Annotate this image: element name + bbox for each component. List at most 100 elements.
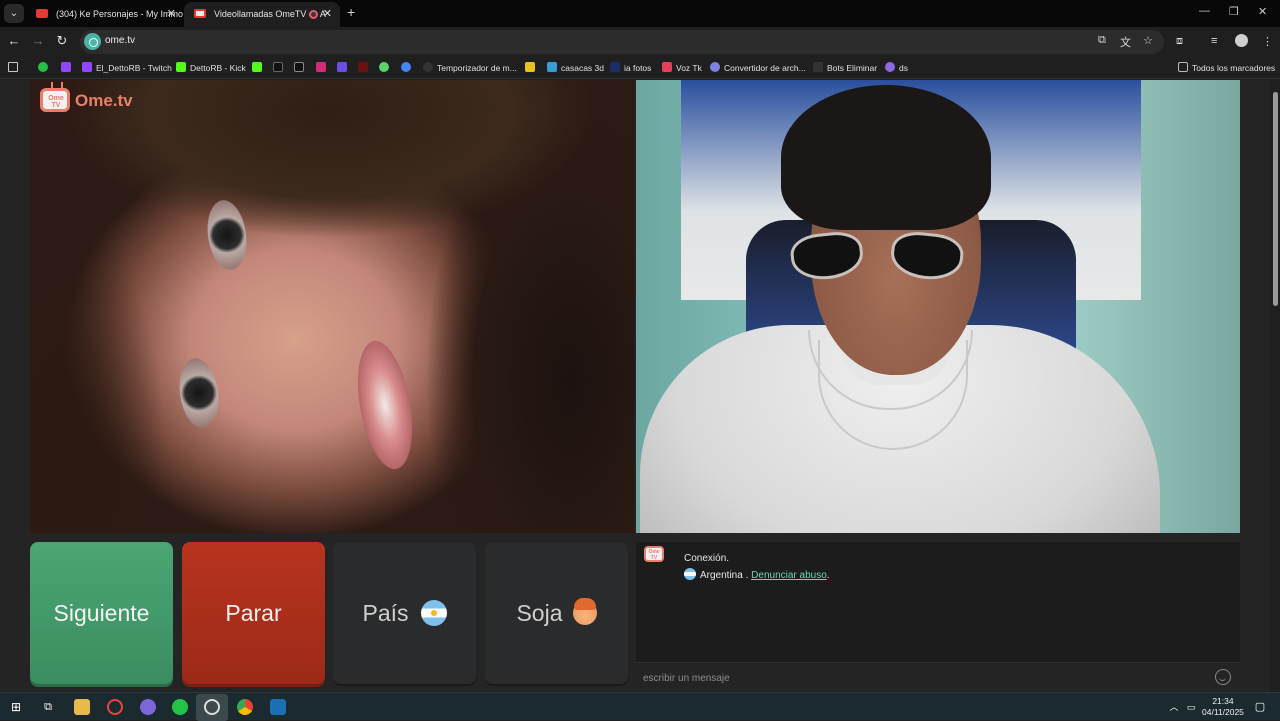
stop-button[interactable]: Parar bbox=[182, 542, 325, 684]
windows-start-icon[interactable]: ⊞ bbox=[8, 699, 24, 715]
twitch-icon[interactable] bbox=[61, 62, 71, 72]
argentina-flag-icon bbox=[420, 600, 447, 626]
extension-icon[interactable] bbox=[379, 62, 389, 72]
clock-date: 04/11/2025 bbox=[1202, 707, 1244, 717]
converter-icon bbox=[710, 62, 720, 72]
whatsapp-icon[interactable] bbox=[38, 62, 48, 72]
emoji-icon[interactable] bbox=[1215, 669, 1231, 685]
tab-strip: ⌄ (304) Ke Personajes - My Immo ✕ Videol… bbox=[0, 0, 1280, 27]
kick-icon bbox=[176, 62, 186, 72]
app-red-icon[interactable] bbox=[107, 699, 123, 715]
whatsapp-icon[interactable] bbox=[172, 699, 188, 715]
bookmark-ds[interactable]: ds bbox=[885, 61, 908, 75]
instagram-icon[interactable] bbox=[316, 62, 326, 72]
google-photos-icon[interactable] bbox=[401, 62, 411, 72]
url-text: ome.tv bbox=[105, 35, 136, 46]
stop-button-label: Parar bbox=[225, 599, 282, 626]
address-bar[interactable]: ome.tv ⧉ 文 ☆ bbox=[80, 30, 1164, 54]
system-clock[interactable]: 21:34 04/11/2025 bbox=[1202, 696, 1244, 718]
video-image bbox=[781, 85, 991, 230]
video-image bbox=[30, 80, 635, 533]
page-scrollbar[interactable] bbox=[1270, 80, 1280, 692]
notifications-icon[interactable]: ▢ bbox=[1252, 699, 1268, 715]
forward-arrow-icon[interactable]: → bbox=[29, 32, 47, 50]
minimize-icon[interactable]: — bbox=[1199, 5, 1210, 17]
bookmarks-bar: El_DettoRB - Twitch DettoRB - Kick Tempo… bbox=[0, 56, 1280, 79]
local-video bbox=[636, 80, 1240, 533]
clock-time: 21:34 bbox=[1212, 696, 1234, 706]
bookmark-temporizador[interactable]: Temporizador de m... bbox=[423, 61, 517, 75]
tab-title: (304) Ke Personajes - My Immo bbox=[56, 9, 184, 19]
install-app-icon[interactable]: ⧉ bbox=[1098, 34, 1106, 47]
tab-ometv[interactable]: Videollamadas OmeTV — A ✕ bbox=[184, 2, 340, 27]
report-abuse-link[interactable]: Denunciar abuso bbox=[751, 570, 827, 581]
discord-like-icon[interactable] bbox=[140, 699, 156, 715]
gender-button[interactable]: Soja bbox=[485, 542, 628, 684]
tab-search-chevron-icon[interactable]: ⌄ bbox=[4, 4, 24, 23]
window-close-icon[interactable]: ✕ bbox=[1258, 5, 1267, 18]
close-icon[interactable]: ✕ bbox=[323, 2, 332, 27]
country-button[interactable]: País bbox=[333, 542, 476, 684]
restore-icon[interactable]: ❐ bbox=[1229, 5, 1239, 18]
recording-icon bbox=[309, 10, 318, 19]
scrollbar-thumb[interactable] bbox=[1273, 92, 1278, 306]
bookmark-twitch[interactable]: El_DettoRB - Twitch bbox=[82, 61, 172, 75]
timer-icon bbox=[423, 62, 433, 72]
obs-icon[interactable] bbox=[204, 699, 220, 715]
youtube-icon bbox=[36, 9, 48, 18]
chrome-icon[interactable] bbox=[237, 699, 253, 715]
close-icon[interactable]: ✕ bbox=[167, 2, 176, 27]
bookmark-star-icon[interactable]: ☆ bbox=[1143, 34, 1153, 47]
bookmark-ia-fotos[interactable]: ia fotos bbox=[610, 61, 651, 75]
bookmark-kick[interactable]: DettoRB - Kick bbox=[176, 61, 246, 75]
youtube-studio-icon[interactable] bbox=[358, 62, 368, 72]
bookmark-convertidor[interactable]: Convertidor de arch... bbox=[710, 61, 806, 75]
bookmark-voz-tk[interactable]: Voz Tk bbox=[662, 61, 702, 75]
extensions-icon[interactable]: ⧈ bbox=[1176, 35, 1183, 48]
bookmark-casacas[interactable]: casacas 3d bbox=[547, 61, 604, 75]
media-controls-icon[interactable]: ≡ bbox=[1211, 35, 1217, 47]
new-tab-plus-icon[interactable]: + bbox=[347, 4, 355, 20]
tiktok-icon[interactable] bbox=[273, 62, 283, 72]
message-input-placeholder: escribir un mensaje bbox=[643, 673, 730, 684]
file-explorer-icon[interactable] bbox=[74, 699, 90, 715]
x-icon[interactable] bbox=[294, 62, 304, 72]
canva-icon[interactable] bbox=[337, 62, 347, 72]
ometv-icon bbox=[194, 9, 206, 18]
tv-logo-icon: Ome TV bbox=[40, 88, 70, 112]
site-info-icon[interactable] bbox=[84, 33, 101, 50]
person-face-icon bbox=[572, 598, 597, 625]
ometv-chat-icon: Ome TV bbox=[644, 546, 664, 562]
ometv-page: Ome TV Ome.tv Siguiente Parar País Soja … bbox=[0, 80, 1280, 692]
folder-icon bbox=[1178, 62, 1188, 72]
next-button[interactable]: Siguiente bbox=[30, 542, 173, 684]
ds-icon bbox=[885, 62, 895, 72]
all-bookmarks[interactable]: Todos los marcadores bbox=[1178, 61, 1275, 75]
ia-fotos-icon bbox=[610, 62, 620, 72]
apps-grid-icon[interactable] bbox=[8, 62, 18, 72]
tab-youtube[interactable]: (304) Ke Personajes - My Immo ✕ bbox=[26, 2, 184, 27]
connection-status: Conexión. bbox=[684, 553, 730, 564]
remote-video: Ome TV Ome.tv bbox=[30, 80, 635, 533]
windows-taskbar: ⊞ ⧉ ︿ ▭ 21:34 04/11/2025 ▢ bbox=[0, 692, 1280, 721]
reload-icon[interactable]: ↻ bbox=[53, 32, 71, 50]
message-input[interactable]: escribir un mensaje bbox=[636, 662, 1240, 692]
kick-icon[interactable] bbox=[252, 62, 262, 72]
bots-icon bbox=[813, 62, 823, 72]
back-arrow-icon[interactable]: ← bbox=[5, 32, 23, 50]
task-view-icon[interactable]: ⧉ bbox=[40, 699, 56, 715]
chat-panel: Ome TV Conexión. Argentina . Denunciar a… bbox=[636, 542, 1240, 692]
menu-kebab-icon[interactable]: ⋮ bbox=[1262, 35, 1273, 48]
chevron-up-icon[interactable]: ︿ bbox=[1166, 699, 1182, 715]
steam-icon[interactable] bbox=[270, 699, 286, 715]
translate-icon[interactable]: 文 bbox=[1120, 34, 1131, 50]
network-icon[interactable]: ▭ bbox=[1183, 699, 1199, 715]
bookmark-bots[interactable]: Bots Eliminar bbox=[813, 61, 877, 75]
voz-icon bbox=[662, 62, 672, 72]
next-button-label: Siguiente bbox=[53, 599, 150, 626]
partner-country-line: Argentina . Denunciar abuso. bbox=[684, 568, 830, 581]
partner-country: Argentina bbox=[700, 570, 743, 581]
logo-wordmark: Ome.tv bbox=[75, 91, 133, 110]
profile-avatar[interactable] bbox=[1235, 34, 1248, 47]
folder-icon[interactable] bbox=[525, 62, 535, 72]
